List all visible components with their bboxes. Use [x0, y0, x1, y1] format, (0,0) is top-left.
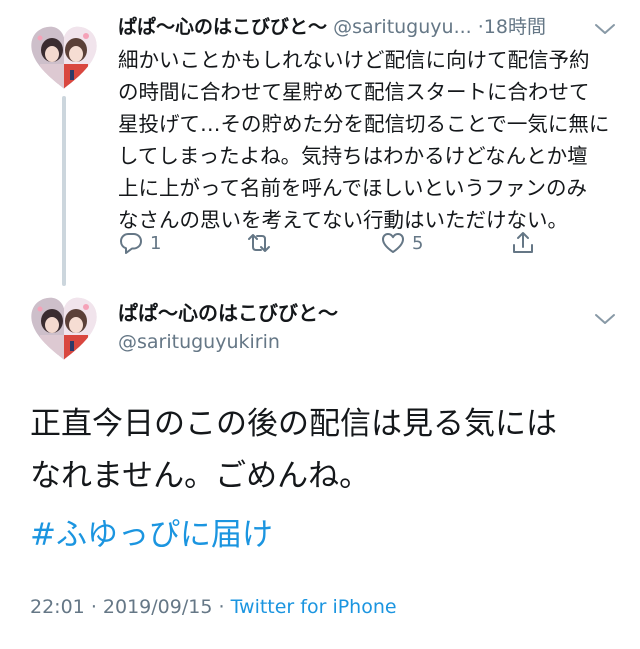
tweet-text-line: 細かいことかもしれないけど配信に向けて配信予約 [118, 48, 590, 72]
display-name[interactable]: ぱぱ〜心のはこびびと〜 [118, 16, 327, 38]
tweet-actions: 1 5 [118, 228, 618, 258]
tweet-text-line: 上に上がって名前を呼んでほしいというファンのみ [118, 176, 588, 200]
tweet-text-line: の時間に合わせて星貯めて配信スタートに合わせて [118, 80, 590, 104]
chevron-down-icon [595, 314, 615, 324]
tweet-text: 細かいことかもしれないけど配信に向けて配信予約 の時間に合わせて星貯めて配信スタ… [118, 44, 623, 236]
reply-count: 1 [150, 232, 162, 254]
heart-photo-avatar-icon [31, 297, 97, 360]
retweet-button[interactable] [246, 228, 278, 258]
reply-icon [120, 233, 142, 254]
tweet-time[interactable]: 18時間 [484, 16, 546, 38]
tweet-menu-button[interactable] [594, 312, 616, 326]
tweet-text-line: 正直今日のこの後の配信は見る気には [30, 406, 557, 442]
avatar[interactable] [30, 24, 98, 92]
chevron-down-icon [595, 24, 615, 34]
tweet-reply-context[interactable]: ぱぱ〜心のはこびびと〜 @sarituguyu... ·18時間 細かいことかも… [0, 0, 640, 290]
tweet-time[interactable]: 22:01 [30, 596, 85, 618]
tweet-metadata: 22:01 · 2019/09/15 · Twitter for iPhone [30, 592, 397, 622]
user-handle[interactable]: @sarituguyu... [333, 16, 472, 38]
tweet-text: 正直今日のこの後の配信は見る気には なれません。ごめんね。 [30, 398, 620, 502]
hashtag-link[interactable]: #ふゆっぴに届け [30, 510, 273, 560]
avatar[interactable] [30, 295, 98, 363]
display-name[interactable]: ぱぱ〜心のはこびびと〜 [118, 298, 338, 328]
heart-icon [382, 233, 404, 253]
share-button[interactable] [510, 228, 536, 258]
like-count: 5 [412, 232, 424, 254]
share-icon [513, 232, 533, 253]
reply-button[interactable]: 1 [118, 228, 161, 258]
heart-photo-avatar-icon [31, 26, 97, 89]
retweet-icon [248, 234, 270, 252]
user-handle[interactable]: @sarituguyukirin [118, 328, 280, 356]
tweet-menu-button[interactable] [594, 22, 616, 36]
source-link[interactable]: Twitter for iPhone [231, 596, 397, 618]
separator-dot: · [90, 596, 97, 618]
thread-connector-line [62, 96, 66, 286]
separator-dot: · [218, 596, 225, 618]
tweet-text-line: なれません。ごめんね。 [30, 458, 371, 494]
tweet-text-line: 星投げて…その貯めた分を配信切ることで一気に無に [118, 112, 610, 136]
tweet-date[interactable]: 2019/09/15 [103, 596, 213, 618]
tweet-header: ぱぱ〜心のはこびびと〜 @sarituguyu... ·18時間 [118, 12, 638, 42]
tweet-text-line: してしまったよね。気持ちはわかるけどなんとか壇 [118, 144, 588, 168]
like-button[interactable]: 5 [380, 228, 423, 258]
